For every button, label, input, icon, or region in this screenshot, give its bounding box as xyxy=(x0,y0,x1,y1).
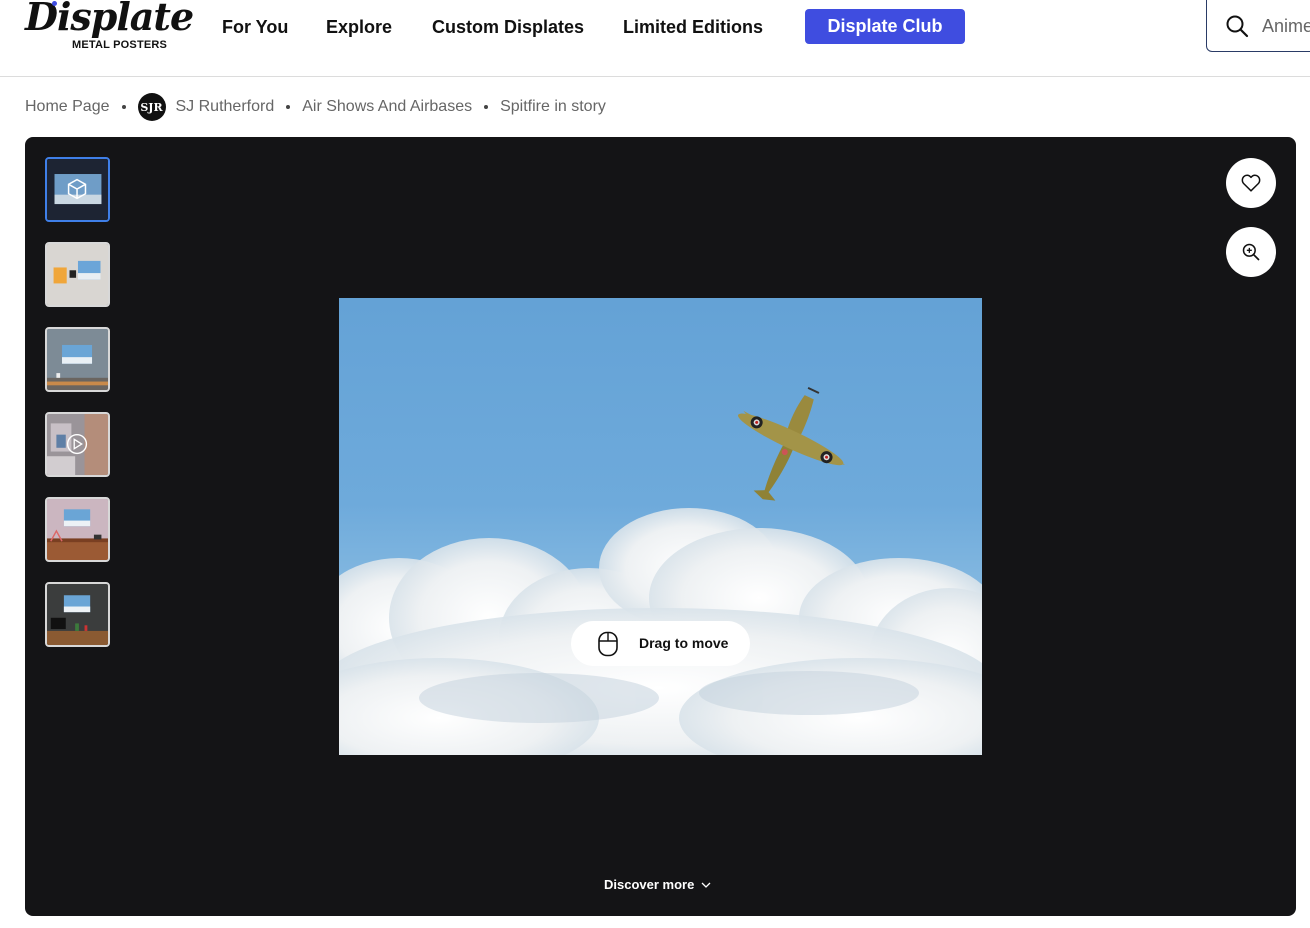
drag-label: Drag to move xyxy=(639,635,729,651)
logo-wordmark: Displate xyxy=(25,0,194,39)
artwork-preview[interactable] xyxy=(339,298,982,755)
nav-explore[interactable]: Explore xyxy=(326,14,392,40)
logo-tagline: METAL POSTERS xyxy=(72,39,168,51)
zoom-in-icon xyxy=(1242,243,1260,261)
spitfire-plane xyxy=(737,386,846,501)
discover-more-button[interactable]: Discover more xyxy=(604,877,712,892)
breadcrumb-home[interactable]: Home Page xyxy=(25,98,110,116)
chevron-down-icon xyxy=(701,882,711,888)
zoom-button[interactable] xyxy=(1226,227,1276,277)
heart-icon xyxy=(1241,174,1261,192)
drag-to-move-hint[interactable]: Drag to move xyxy=(571,621,750,666)
breadcrumb-current[interactable]: Spitfire in story xyxy=(500,98,606,116)
thumbnail-image xyxy=(47,414,108,475)
breadcrumb-artist[interactable]: SJ Rutherford xyxy=(176,98,275,116)
thumbnail-room-mockup-dark[interactable] xyxy=(45,582,110,647)
search-icon[interactable] xyxy=(1225,14,1249,38)
thumbnail-video-preview[interactable] xyxy=(45,412,110,477)
nav-custom-displates[interactable]: Custom Displates xyxy=(432,14,584,40)
nav-limited-editions[interactable]: Limited Editions xyxy=(623,14,763,40)
thumbnail-image xyxy=(47,584,108,645)
breadcrumb-collection[interactable]: Air Shows And Airbases xyxy=(302,98,472,116)
favorite-button[interactable] xyxy=(1226,158,1276,208)
search-input[interactable] xyxy=(1262,14,1310,38)
search-box[interactable] xyxy=(1206,0,1310,52)
artwork-image xyxy=(339,386,982,755)
thumbnail-wall-mockup-light[interactable] xyxy=(45,242,110,307)
product-viewer: Drag to move Discover more xyxy=(25,137,1296,916)
nav-for-you[interactable]: For You xyxy=(222,14,288,40)
artist-avatar[interactable]: SJR xyxy=(137,93,166,121)
breadcrumb-separator xyxy=(484,105,489,109)
thumbnail-room-mockup-pink[interactable] xyxy=(45,497,110,562)
breadcrumb-separator xyxy=(286,105,291,109)
thumbnail-wall-mockup-grey[interactable] xyxy=(45,327,110,392)
thumbnail-image xyxy=(47,244,108,305)
displate-club-button[interactable]: Displate Club xyxy=(805,9,965,44)
thumbnail-3d-view[interactable] xyxy=(45,157,110,222)
thumbnail-image xyxy=(47,499,108,560)
discover-more-label: Discover more xyxy=(604,877,695,892)
mouse-icon xyxy=(598,631,618,657)
logo-dot xyxy=(52,1,57,6)
thumbnail-image xyxy=(47,329,108,390)
site-header: Displate METAL POSTERS For You Explore C… xyxy=(0,0,1310,77)
breadcrumb: Home Page SJR SJ Rutherford Air Shows An… xyxy=(25,93,606,121)
breadcrumb-separator xyxy=(121,105,126,109)
displate-logo[interactable]: Displate METAL POSTERS xyxy=(25,0,194,56)
thumbnail-image xyxy=(47,159,108,220)
